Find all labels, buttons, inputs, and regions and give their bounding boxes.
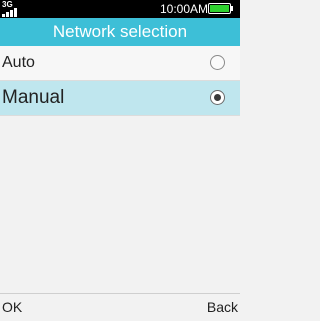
back-softkey[interactable]: Back (207, 299, 238, 315)
option-manual[interactable]: Manual (0, 81, 240, 116)
clock: 10:00AM (160, 2, 209, 16)
radio-unchecked-icon[interactable] (210, 55, 225, 70)
option-label: Manual (2, 87, 65, 108)
page-title: Network selection (0, 18, 240, 46)
softkey-bar: OK Back (0, 293, 240, 321)
signal-bars-icon (2, 8, 28, 17)
battery-fill (210, 5, 229, 12)
battery-icon (208, 3, 234, 15)
option-auto[interactable]: Auto (0, 46, 240, 81)
radio-checked-icon[interactable] (210, 90, 225, 105)
option-label: Auto (2, 54, 35, 71)
ok-softkey[interactable]: OK (2, 299, 22, 315)
status-bar: 3G 10:00AM (0, 0, 240, 18)
network-options-list: Auto Manual (0, 46, 240, 116)
